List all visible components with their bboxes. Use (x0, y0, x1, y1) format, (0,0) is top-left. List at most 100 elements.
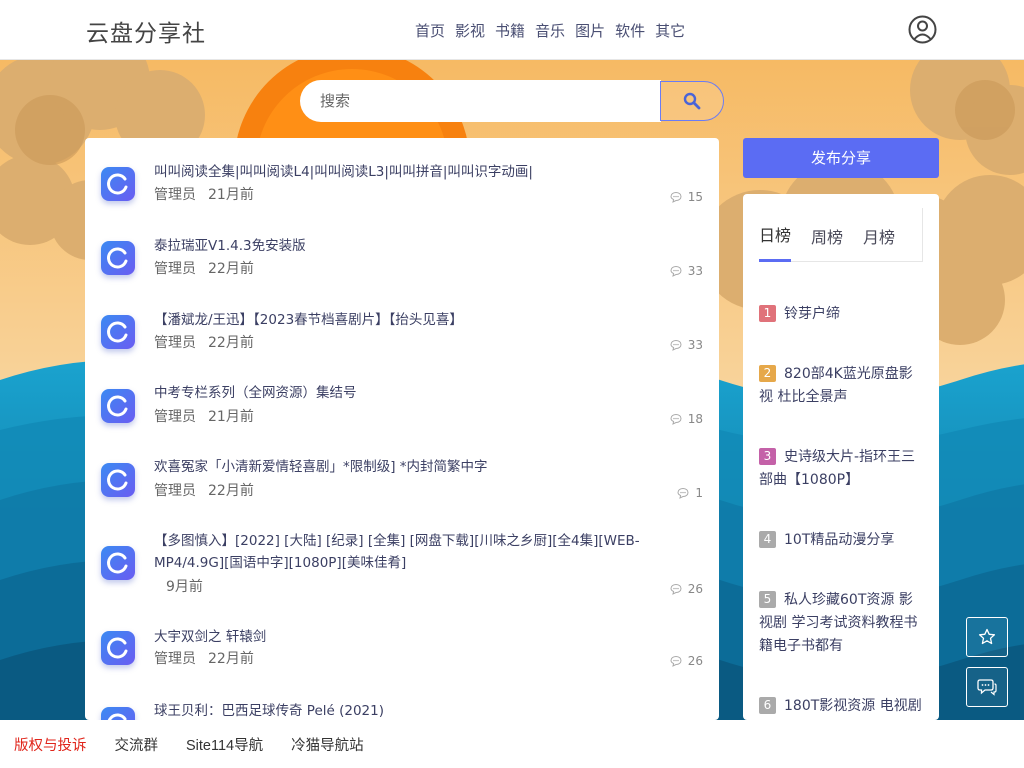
comment-count: 26 (670, 582, 703, 596)
ranking-title[interactable]: 820部4K蓝光原盘影视 杜比全景声 (759, 366, 913, 405)
comment-count: 1 (677, 486, 703, 500)
post-author: 管理员 (154, 335, 196, 351)
post-title[interactable]: 欢喜冤家「小清新爱情轻喜剧」*限制级] *内封简繁中字 (154, 456, 706, 478)
tab-daily[interactable]: 日榜 (759, 222, 791, 246)
rank-number: 6 (759, 697, 776, 714)
post-author: 管理员 (154, 483, 196, 499)
post-meta: 管理员 22月前 (154, 332, 254, 352)
avatar (101, 631, 135, 665)
post-author: 管理员 (154, 261, 196, 277)
post-title[interactable]: 大宇双剑之 轩辕剑 (154, 626, 706, 648)
list-item[interactable]: 欢喜冤家「小清新爱情轻喜剧」*限制级] *内封简繁中字 管理员 22月前 1 (85, 456, 719, 516)
list-item[interactable]: 叫叫阅读全集|叫叫阅读L4|叫叫阅读L3|叫叫拼音|叫叫识字动画| 管理员 21月… (85, 160, 719, 220)
top-navbar: 云盘分享社 首页 影视 书籍 音乐 图片 软件 其它 (0, 0, 1024, 60)
list-item[interactable]: 【多图慎入】[2022] [大陆] [纪录] [全集] [网盘下载][川味之乡厨… (85, 530, 719, 610)
list-item[interactable]: 【潘斌龙/王迅】【2023春节档喜剧片】【抬头见喜】 管理员 22月前 33 (85, 308, 719, 368)
user-account-icon[interactable] (908, 15, 937, 44)
nav-item-books[interactable]: 书籍 (495, 20, 525, 41)
list-item[interactable]: 中考专栏系列（全网资源）集结号 管理员 21月前 18 (85, 382, 719, 442)
star-icon (978, 628, 996, 645)
comment-count: 33 (670, 264, 703, 278)
post-time: 9月前 (166, 579, 203, 595)
nav-item-music[interactable]: 音乐 (535, 20, 565, 41)
post-meta: 管理员 22月前 (154, 258, 254, 278)
ranking-item[interactable]: 2 820部4K蓝光原盘影视 杜比全景声 (759, 363, 925, 409)
ranking-item[interactable]: 6 180T影视资源 电视剧 (759, 695, 925, 718)
avatar (101, 167, 135, 201)
post-title[interactable]: 【潘斌龙/王迅】【2023春节档喜剧片】【抬头见喜】 (154, 309, 706, 331)
site-title[interactable]: 云盘分享社 (86, 14, 206, 48)
comment-icon (670, 339, 682, 351)
list-item[interactable]: 球王贝利：巴西足球传奇 Pelé (2021) (85, 700, 719, 720)
nav-item-software[interactable]: 软件 (615, 20, 645, 41)
favorite-button[interactable] (966, 617, 1008, 657)
chat-icon (977, 679, 997, 696)
ranking-title[interactable]: 180T影视资源 电视剧 (784, 698, 922, 714)
ranking-tabs: 日榜 周榜 月榜 (759, 208, 923, 262)
footer-link-site114[interactable]: Site114导航 (186, 734, 263, 755)
nav-item-home[interactable]: 首页 (415, 20, 445, 41)
rank-number: 2 (759, 365, 776, 382)
comment-icon (670, 265, 682, 277)
post-list: 叫叫阅读全集|叫叫阅读L4|叫叫阅读L3|叫叫拼音|叫叫识字动画| 管理员 21月… (85, 138, 719, 720)
ranking-item[interactable]: 1 铃芽户缔 (759, 303, 925, 326)
post-title[interactable]: 【多图慎入】[2022] [大陆] [纪录] [全集] [网盘下载][川味之乡厨… (154, 530, 706, 574)
rank-number: 3 (759, 448, 776, 465)
post-author: 管理员 (154, 187, 196, 203)
comment-icon (670, 583, 682, 595)
search-icon (683, 92, 701, 110)
avatar (101, 315, 135, 349)
avatar (101, 707, 135, 720)
main-nav: 首页 影视 书籍 音乐 图片 软件 其它 (415, 20, 685, 41)
footer-link-lengmao[interactable]: 冷猫导航站 (291, 734, 364, 755)
tab-weekly[interactable]: 周榜 (811, 224, 843, 248)
post-time: 22月前 (208, 651, 254, 667)
post-title[interactable]: 叫叫阅读全集|叫叫阅读L4|叫叫阅读L3|叫叫拼音|叫叫识字动画| (154, 161, 706, 183)
publish-share-button[interactable]: 发布分享 (743, 138, 939, 178)
search-button[interactable] (660, 81, 724, 121)
tab-monthly[interactable]: 月榜 (863, 224, 895, 248)
ranking-panel: 日榜 周榜 月榜 1 铃芽户缔 2 820部4K蓝光原盘影视 杜比全景声 3 史诗级大… (743, 194, 939, 720)
ranking-item[interactable]: 5 私人珍藏60T资源 影视剧 学习考试资料教程书籍电子书都有 (759, 589, 925, 658)
nav-item-video[interactable]: 影视 (455, 20, 485, 41)
search-bar (300, 80, 724, 122)
ranking-item[interactable]: 4 10T精品动漫分享 (759, 529, 925, 552)
footer-bar: 版权与投诉 交流群 Site114导航 冷猫导航站 (0, 720, 1024, 768)
ranking-title[interactable]: 10T精品动漫分享 (784, 532, 894, 548)
ranking-item[interactable]: 3 史诗级大片-指环王三部曲【1080P】 (759, 446, 925, 492)
search-input[interactable] (300, 80, 661, 122)
ranking-title[interactable]: 史诗级大片-指环王三部曲【1080P】 (759, 449, 915, 488)
comment-icon (677, 487, 689, 499)
comment-count: 15 (670, 190, 703, 204)
nav-item-images[interactable]: 图片 (575, 20, 605, 41)
footer-link-group[interactable]: 交流群 (115, 734, 159, 755)
post-author: 管理员 (154, 409, 196, 425)
avatar (101, 463, 135, 497)
post-time: 22月前 (208, 261, 254, 277)
post-meta: 管理员 21月前 (154, 184, 254, 204)
post-title[interactable]: 球王贝利：巴西足球传奇 Pelé (2021) (154, 700, 706, 720)
post-time: 21月前 (208, 409, 254, 425)
avatar (101, 241, 135, 275)
post-time: 22月前 (208, 335, 254, 351)
post-time: 21月前 (208, 187, 254, 203)
chat-button[interactable] (966, 667, 1008, 707)
ranking-title[interactable]: 私人珍藏60T资源 影视剧 学习考试资料教程书籍电子书都有 (759, 592, 917, 654)
ranking-title[interactable]: 铃芽户缔 (784, 306, 840, 322)
post-meta: 9月前 (154, 576, 203, 596)
post-meta: 管理员 22月前 (154, 648, 254, 668)
post-time: 22月前 (208, 483, 254, 499)
nav-item-other[interactable]: 其它 (655, 20, 685, 41)
rank-number: 5 (759, 591, 776, 608)
post-meta: 管理员 22月前 (154, 480, 254, 500)
post-title[interactable]: 泰拉瑞亚V1.4.3免安装版 (154, 235, 706, 257)
post-title[interactable]: 中考专栏系列（全网资源）集结号 (154, 382, 706, 404)
comment-icon (670, 191, 682, 203)
list-item[interactable]: 大宇双剑之 轩辕剑 管理员 22月前 26 (85, 626, 719, 686)
comment-count: 33 (670, 338, 703, 352)
post-meta: 管理员 21月前 (154, 406, 254, 426)
list-item[interactable]: 泰拉瑞亚V1.4.3免安装版 管理员 22月前 33 (85, 234, 719, 294)
post-author: 管理员 (154, 651, 196, 667)
footer-link-copyright[interactable]: 版权与投诉 (14, 734, 87, 755)
comment-icon (670, 655, 682, 667)
